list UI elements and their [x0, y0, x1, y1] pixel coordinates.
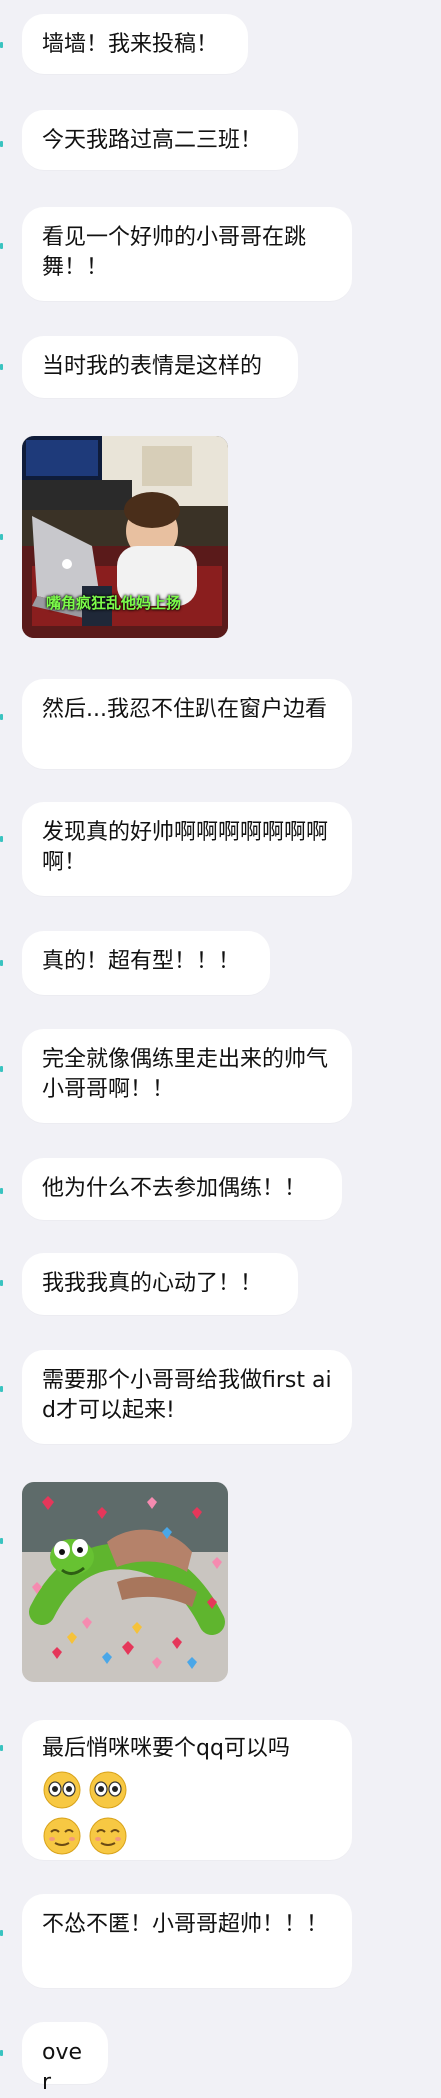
unread-marker — [0, 1188, 3, 1194]
message-bubble[interactable]: 然后...我忍不住趴在窗户边看 — [22, 679, 352, 769]
eyes-emoji-icon — [89, 1771, 127, 1809]
unread-marker — [0, 1386, 3, 1392]
message-text: over — [42, 2040, 83, 2095]
unread-marker — [0, 1930, 3, 1936]
unread-marker — [0, 1280, 3, 1286]
chat-thread: 墙墙！我来投稿！ 今天我路过高二三班！ 看见一个好帅的小哥哥在跳舞！！ 当时我的… — [0, 0, 441, 2095]
message-text: 我我我真的心动了！！ — [42, 1271, 263, 1296]
message-bubble[interactable]: 最后悄咪咪要个qq可以吗 — [22, 1720, 352, 1860]
message-bubble[interactable]: 发现真的好帅啊啊啊啊啊啊啊啊！ — [22, 802, 352, 896]
message-bubble[interactable]: 真的！超有型！！！ — [22, 931, 270, 995]
message-bubble[interactable]: 当时我的表情是这样的 — [22, 336, 298, 398]
unread-marker — [0, 960, 3, 966]
message-bubble[interactable]: 看见一个好帅的小哥哥在跳舞！！ — [22, 207, 352, 301]
message-bubble[interactable]: 完全就像偶练里走出来的帅气小哥哥啊！！ — [22, 1029, 352, 1123]
unread-marker — [0, 141, 3, 147]
message-bubble[interactable]: 今天我路过高二三班！ — [22, 110, 298, 170]
message-text: 当时我的表情是这样的 — [42, 354, 263, 379]
message-text: 需要那个小哥哥给我做first aid才可以起来! — [42, 1368, 332, 1423]
message-bubble[interactable]: 墙墙！我来投稿！ — [22, 14, 248, 74]
unread-marker — [0, 364, 3, 370]
smile-emoji-icon — [89, 1817, 127, 1855]
unread-marker — [0, 1066, 3, 1072]
unread-marker — [0, 243, 3, 249]
message-text: 看见一个好帅的小哥哥在跳舞！！ — [42, 225, 307, 280]
unread-marker — [0, 836, 3, 842]
message-bubble[interactable]: 他为什么不去参加偶练！！ — [22, 1158, 342, 1220]
unread-marker — [0, 42, 3, 48]
image-message[interactable] — [22, 1482, 228, 1682]
message-text: 墙墙！我来投稿！ — [42, 32, 219, 57]
message-text: 发现真的好帅啊啊啊啊啊啊啊啊！ — [42, 820, 329, 875]
unread-marker — [0, 1538, 3, 1544]
message-text: 他为什么不去参加偶练！！ — [42, 1176, 307, 1201]
image-caption: 嘴角疯狂乱他妈上扬 — [46, 594, 182, 612]
smile-emoji-icon — [43, 1817, 81, 1855]
message-bubble[interactable]: over — [22, 2022, 108, 2095]
eyes-emoji-icon — [43, 1771, 81, 1809]
message-text: 真的！超有型！！！ — [42, 949, 241, 974]
message-text: 最后悄咪咪要个qq可以吗 — [42, 1736, 290, 1761]
unread-marker — [0, 534, 3, 540]
message-bubble[interactable]: 需要那个小哥哥给我做first aid才可以起来! — [22, 1350, 352, 1444]
unread-marker — [0, 714, 3, 720]
message-text: 然后...我忍不住趴在窗户边看 — [42, 697, 327, 722]
message-text: 完全就像偶练里走出来的帅气小哥哥啊！！ — [42, 1047, 329, 1102]
message-bubble[interactable]: 不怂不匿！小哥哥超帅！！！ — [22, 1894, 352, 1988]
emoji-row — [42, 1770, 332, 1810]
emoji-row — [42, 1816, 332, 1856]
message-text: 今天我路过高二三班！ — [42, 128, 263, 153]
unread-marker — [0, 1745, 3, 1751]
message-bubble[interactable]: 我我我真的心动了！！ — [22, 1253, 298, 1315]
image-message[interactable]: 嘴角疯狂乱他妈上扬 — [22, 436, 228, 638]
message-text: 不怂不匿！小哥哥超帅！！！ — [42, 1912, 329, 1937]
unread-marker — [0, 2050, 3, 2056]
kermit-hearts-image — [22, 1482, 228, 1682]
